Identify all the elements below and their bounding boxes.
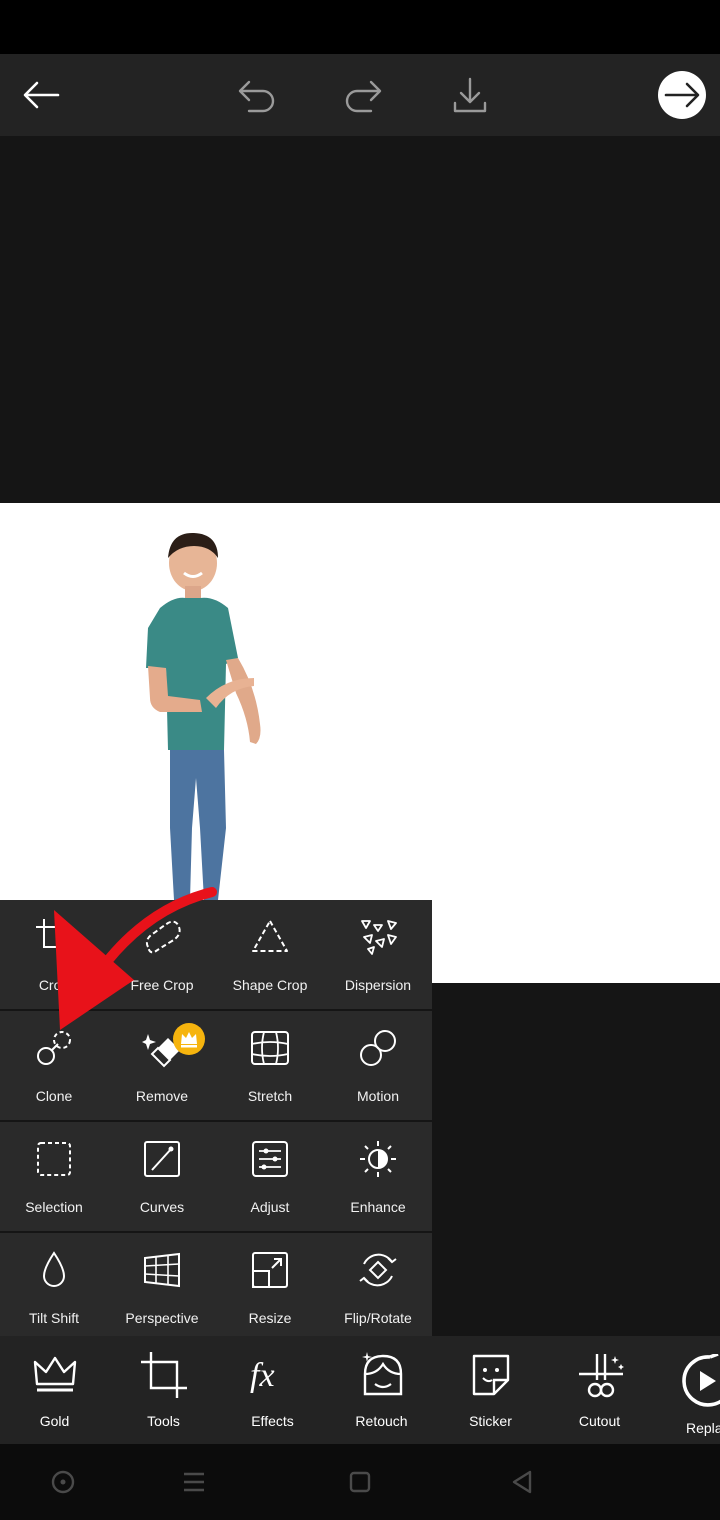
tilt-shift-icon	[42, 1251, 66, 1287]
tab-label: Effects	[251, 1413, 294, 1429]
undo-button[interactable]	[230, 54, 282, 136]
redo-button[interactable]	[338, 54, 390, 136]
crown-icon	[33, 1356, 77, 1392]
motion-icon	[360, 1030, 396, 1066]
fx-icon: fx	[250, 1357, 275, 1394]
replay-icon	[682, 1354, 720, 1407]
tools-row: Selection Curves Adjust Enhance	[0, 1120, 432, 1231]
tab-label: Sticker	[469, 1413, 512, 1429]
arrow-right-circle-icon	[658, 71, 706, 119]
tool-label: Shape Crop	[232, 977, 308, 993]
tool-shape-crop[interactable]: Shape Crop	[216, 900, 324, 1009]
tool-label: Resize	[248, 1310, 292, 1326]
tool-dispersion[interactable]: Dispersion	[324, 900, 432, 1009]
tool-label: Dispersion	[344, 977, 412, 993]
tool-enhance[interactable]: Enhance	[324, 1122, 432, 1231]
undo-icon	[238, 80, 275, 113]
red-annotation-arrow	[54, 887, 217, 1030]
tab-effects[interactable]: fx Effects	[218, 1336, 327, 1444]
resize-icon	[252, 1252, 288, 1288]
cutout-scissors-icon	[579, 1354, 624, 1398]
tool-label: Curves	[139, 1199, 185, 1215]
person-photo	[146, 532, 261, 900]
tab-replay[interactable]: Repla	[654, 1336, 720, 1444]
top-toolbar	[0, 54, 720, 136]
tab-label: Cutout	[578, 1413, 621, 1429]
canvas-background	[0, 136, 720, 503]
dispersion-icon	[361, 920, 397, 955]
nav-back-button[interactable]	[502, 1462, 542, 1502]
tool-label: Motion	[356, 1088, 400, 1104]
download-button[interactable]	[446, 54, 494, 136]
tool-label: Enhance	[350, 1199, 406, 1215]
tool-resize[interactable]: Resize	[216, 1233, 324, 1342]
redo-icon	[345, 80, 382, 113]
adjust-icon	[252, 1141, 288, 1177]
arrow-left-icon	[23, 81, 60, 109]
curves-icon	[144, 1141, 180, 1177]
tool-label: Selection	[25, 1199, 83, 1215]
perspective-icon	[144, 1252, 180, 1288]
crop-tools-icon	[141, 1352, 187, 1398]
tab-gold[interactable]: Gold	[0, 1336, 109, 1444]
tool-flip-rotate[interactable]: Flip/Rotate	[324, 1233, 432, 1342]
back-button[interactable]	[14, 54, 68, 136]
tools-row: Tilt Shift Perspective Resize Flip/Rotat…	[0, 1231, 432, 1342]
selection-icon	[37, 1142, 71, 1176]
shape-crop-icon	[252, 920, 288, 952]
tool-label: Clone	[35, 1088, 73, 1104]
tab-label: Gold	[39, 1413, 70, 1429]
sticker-icon	[472, 1354, 510, 1396]
tab-retouch[interactable]: Retouch	[327, 1336, 436, 1444]
tab-sticker[interactable]: Sticker	[436, 1336, 545, 1444]
tab-label: Retouch	[355, 1413, 408, 1429]
circle-dot-icon	[51, 1470, 75, 1494]
tool-motion[interactable]: Motion	[324, 1011, 432, 1120]
tool-label: Perspective	[125, 1310, 199, 1326]
flip-rotate-icon	[359, 1253, 397, 1287]
nav-menu-button[interactable]	[174, 1462, 214, 1502]
square-icon	[349, 1471, 371, 1493]
tool-stretch[interactable]: Stretch	[216, 1011, 324, 1120]
stretch-icon	[251, 1031, 289, 1065]
nav-home-button[interactable]	[340, 1462, 380, 1502]
download-icon	[453, 77, 487, 113]
tool-label: Flip/Rotate	[344, 1310, 412, 1326]
triangle-back-icon	[512, 1470, 532, 1494]
tool-selection[interactable]: Selection	[0, 1122, 108, 1231]
tool-adjust[interactable]: Adjust	[216, 1122, 324, 1231]
tab-tools[interactable]: Tools	[109, 1336, 218, 1444]
bottom-toolbar: Gold Tools fx Effects Retouch Sticker Cu…	[0, 1336, 720, 1444]
next-button[interactable]	[654, 54, 710, 136]
svg-text:fx: fx	[250, 1357, 275, 1394]
tool-tilt-shift[interactable]: Tilt Shift	[0, 1233, 108, 1342]
tool-label: Remove	[135, 1088, 189, 1104]
tab-label: Repla	[686, 1420, 720, 1436]
enhance-icon	[360, 1141, 396, 1177]
tool-curves[interactable]: Curves	[108, 1122, 216, 1231]
retouch-face-icon	[362, 1352, 403, 1396]
menu-lines-icon	[184, 1472, 204, 1492]
system-nav-bar	[0, 1444, 720, 1520]
tool-perspective[interactable]: Perspective	[108, 1233, 216, 1342]
tool-label: Tilt Shift	[28, 1310, 80, 1326]
tab-label: Tools	[147, 1413, 180, 1429]
nav-assist-button[interactable]	[43, 1462, 83, 1502]
tab-cutout[interactable]: Cutout	[545, 1336, 654, 1444]
tool-label: Adjust	[250, 1199, 290, 1215]
tool-label: Stretch	[247, 1088, 293, 1104]
